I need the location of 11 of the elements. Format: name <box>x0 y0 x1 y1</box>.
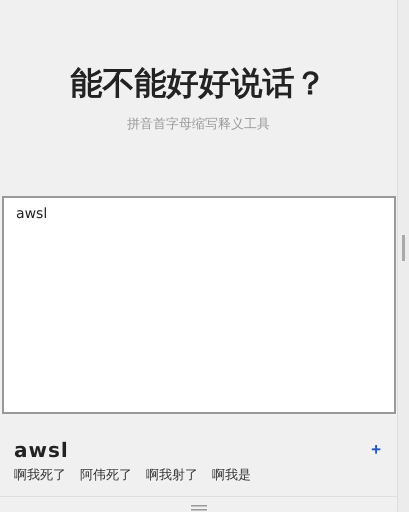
meaning-item: 啊我死了 <box>14 467 66 484</box>
meaning-item: 阿伟死了 <box>80 467 132 484</box>
result-word: awsl <box>14 438 69 462</box>
page-title: 能不能好好说话？ <box>70 63 327 104</box>
meaning-item: 啊我是 <box>212 467 251 484</box>
scrollbar[interactable] <box>397 0 409 512</box>
input-field[interactable]: awsl <box>2 196 396 414</box>
drag-handle-icon[interactable] <box>190 505 207 511</box>
page-subtitle: 拼音首字母缩写释义工具 <box>127 116 270 133</box>
meaning-item: 啊我射了 <box>146 467 198 484</box>
add-button[interactable]: + <box>369 440 384 460</box>
